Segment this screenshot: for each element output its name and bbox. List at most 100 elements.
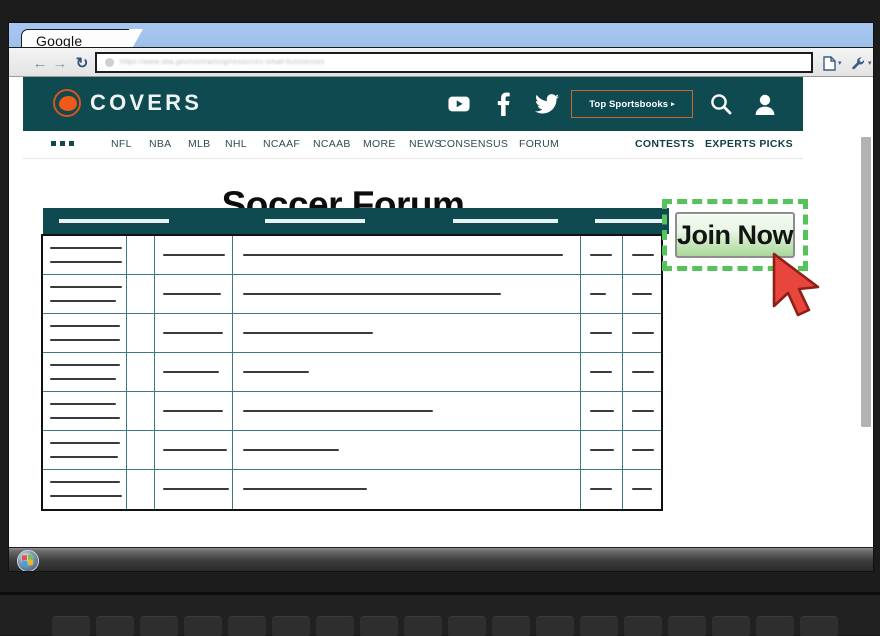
nav-item-experts-picks[interactable]: EXPERTS PICKS [705, 138, 793, 150]
keyboard-key [360, 616, 398, 636]
nav-item-more[interactable]: MORE [363, 138, 396, 150]
nav-item-ncaab[interactable]: NCAAB [313, 138, 351, 150]
keyboard-key [624, 616, 662, 636]
grid-dots-icon[interactable] [51, 141, 74, 146]
keyboard-key [228, 616, 266, 636]
redacted-text-line [50, 417, 120, 419]
redacted-text-line [50, 300, 116, 302]
laptop-hinge [0, 592, 880, 595]
address-bar-url: https://www.sba.gov/contracting/resource… [120, 59, 325, 66]
back-icon[interactable]: ← [31, 54, 49, 72]
table-cell-c0 [43, 314, 127, 352]
table-row[interactable] [43, 392, 661, 431]
redacted-text-line [50, 247, 122, 249]
table-row[interactable] [43, 431, 661, 470]
table-cell-c3 [233, 236, 581, 274]
table-row[interactable] [43, 236, 661, 275]
join-now-label: Join Now [677, 219, 794, 250]
redacted-text-line [590, 410, 614, 412]
nav-item-nfl[interactable]: NFL [111, 138, 132, 150]
table-cell-c2 [155, 392, 233, 430]
forum-threads-table [41, 234, 663, 511]
keyboard-key [580, 616, 618, 636]
top-sportsbooks-label: Top Sportsbooks [589, 98, 669, 110]
redacted-text-line [632, 410, 654, 412]
redacted-text-line [50, 456, 118, 458]
redacted-text-line [163, 371, 219, 373]
table-cell-c2 [155, 353, 233, 391]
redacted-text-line [50, 403, 116, 405]
table-cell-c4 [581, 353, 623, 391]
redacted-text-line [243, 371, 309, 373]
laptop-base [0, 592, 880, 636]
nav-item-news[interactable]: NEWS [409, 138, 442, 150]
wrench-icon[interactable]: ▾ [851, 54, 872, 72]
twitter-icon[interactable] [533, 90, 561, 118]
nav-item-mlb[interactable]: MLB [188, 138, 211, 150]
top-sportsbooks-button[interactable]: Top Sportsbooks ▸ [571, 90, 693, 118]
table-cell-c0 [43, 236, 127, 274]
site-logo[interactable]: COVERS [53, 89, 202, 117]
redacted-text-line [50, 481, 120, 483]
chevron-down-icon: ▾ [868, 60, 872, 67]
facebook-icon[interactable] [489, 90, 517, 118]
redacted-text-line [163, 410, 223, 412]
table-row[interactable] [43, 470, 661, 509]
table-row[interactable] [43, 275, 661, 314]
redacted-text-line [163, 293, 221, 295]
table-cell-c3 [233, 353, 581, 391]
table-cell-c5 [623, 470, 661, 509]
address-bar[interactable]: https://www.sba.gov/contracting/resource… [95, 52, 813, 73]
search-icon[interactable] [707, 90, 735, 118]
nav-item-nhl[interactable]: NHL [225, 138, 247, 150]
table-cell-c2 [155, 431, 233, 469]
keyboard-row [52, 616, 838, 636]
keyboard-key [316, 616, 354, 636]
table-cell-c5 [623, 353, 661, 391]
redacted-text-line [590, 332, 612, 334]
table-cell-c4 [581, 236, 623, 274]
page-menu-icon[interactable]: ▾ [823, 54, 842, 72]
redacted-text-line [163, 488, 229, 490]
keyboard-key [800, 616, 838, 636]
table-header-placeholder [265, 219, 365, 223]
table-row[interactable] [43, 314, 661, 353]
page-scrollbar-thumb[interactable] [861, 137, 871, 427]
redacted-text-line [163, 254, 225, 256]
windows-start-orb-icon[interactable] [17, 550, 39, 571]
table-cell-c3 [233, 392, 581, 430]
nav-item-forum[interactable]: FORUM [519, 138, 559, 150]
forward-icon[interactable]: → [51, 54, 69, 72]
table-cell-c3 [233, 275, 581, 313]
table-cell-c4 [581, 431, 623, 469]
redacted-text-line [590, 254, 612, 256]
keyboard-key [756, 616, 794, 636]
keyboard-key [272, 616, 310, 636]
reload-icon[interactable]: ↻ [73, 54, 91, 72]
table-cell-c5 [623, 314, 661, 352]
redacted-text-line [50, 442, 120, 444]
nav-item-nba[interactable]: NBA [149, 138, 172, 150]
nav-item-ncaaf[interactable]: NCAAF [263, 138, 300, 150]
nav-item-consensus[interactable]: CONSENSUS [439, 138, 508, 150]
redacted-text-line [632, 254, 654, 256]
user-icon[interactable] [751, 90, 779, 118]
table-cell-c5 [623, 392, 661, 430]
redacted-text-line [632, 332, 654, 334]
nav-item-contests[interactable]: CONTESTS [635, 138, 695, 150]
keyboard-key [492, 616, 530, 636]
site-header: COVERS Top Sportsbooks ▸ [23, 77, 803, 131]
table-cell-c1 [127, 392, 155, 430]
table-cell-c3 [233, 314, 581, 352]
youtube-icon[interactable] [445, 90, 473, 118]
table-cell-c2 [155, 314, 233, 352]
table-row[interactable] [43, 353, 661, 392]
screen-bezel: Google ← → ↻ https://www.sba.gov/contrac… [0, 0, 880, 592]
page-viewport: COVERS Top Sportsbooks ▸ NFL NBA MLB NHL… [9, 77, 873, 547]
table-cell-c5 [623, 431, 661, 469]
table-cell-c0 [43, 431, 127, 469]
browser-titlebar: Google [9, 23, 873, 54]
table-header-bar [43, 208, 669, 234]
table-cell-c5 [623, 236, 661, 274]
redacted-text-line [243, 293, 501, 295]
